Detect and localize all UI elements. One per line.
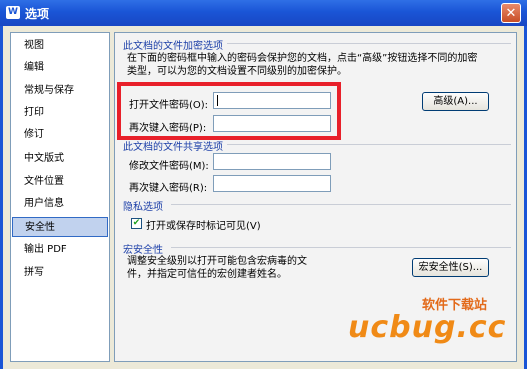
sidebar-item-edit[interactable]: 编辑	[12, 58, 108, 78]
encrypt-group-title: 此文档的文件加密选项	[123, 41, 223, 52]
macro-desc-line1: 调整安全级别以打开可能包含宏病毒的文	[127, 256, 307, 267]
mark-visible-label[interactable]: 打开或保存时标记可见(V)	[146, 217, 261, 232]
watermark-en: ucbug.cc	[348, 310, 507, 345]
close-button[interactable]: ✕	[501, 3, 521, 23]
macro-desc-line2: 件，并指定可信任的宏创建者姓名。	[127, 269, 287, 280]
sidebar-item-print[interactable]: 打印	[12, 103, 108, 123]
macro-security-button[interactable]: 宏安全性(S)...	[412, 258, 489, 277]
group-divider	[227, 144, 511, 145]
encrypt-desc-line1: 在下面的密码框中输入的密码会保护您的文档，点击“高级”按钮选择不同的加密	[127, 53, 478, 64]
mark-visible-checkbox[interactable]: ✔	[131, 218, 142, 229]
options-sidebar: 视图 编辑 常规与保存 打印 修订 中文版式 文件位置 用户信息 安全性 输出 …	[10, 32, 110, 362]
modify-password-label: 修改文件密码(M):	[129, 161, 209, 172]
title-bar: W 选项 ✕	[0, 0, 527, 26]
privacy-group-title: 隐私选项	[123, 202, 163, 213]
share-reenter-label: 再次键入密码(R):	[129, 183, 208, 194]
highlight-box	[117, 82, 341, 140]
sidebar-item-revision[interactable]: 修订	[12, 125, 108, 145]
share-group-title: 此文档的文件共享选项	[123, 142, 223, 153]
group-divider	[171, 247, 511, 248]
window-title: 选项	[25, 7, 50, 21]
sidebar-item-output-pdf[interactable]: 输出 PDF	[12, 240, 108, 260]
watermark-logo: 软件下载站 ucbug.cc	[340, 290, 520, 350]
macro-group-title: 宏安全性	[123, 245, 163, 256]
advanced-button[interactable]: 高级(A)...	[422, 92, 489, 111]
sidebar-item-general-save[interactable]: 常规与保存	[12, 81, 108, 101]
sidebar-item-spelling[interactable]: 拼写	[12, 263, 108, 283]
sidebar-item-user-info[interactable]: 用户信息	[12, 194, 108, 214]
sidebar-item-security[interactable]: 安全性	[12, 217, 108, 237]
group-divider	[171, 204, 511, 205]
share-reenter-input[interactable]	[213, 175, 331, 192]
encrypt-desc-line2: 类型，可以为您的文档设置不同级别的加密保护。	[127, 66, 347, 77]
modify-password-input[interactable]	[213, 153, 331, 170]
sidebar-item-chinese-layout[interactable]: 中文版式	[12, 149, 108, 169]
app-icon: W	[6, 6, 20, 19]
sidebar-item-view[interactable]: 视图	[12, 36, 108, 56]
sidebar-item-file-location[interactable]: 文件位置	[12, 172, 108, 192]
group-divider	[227, 43, 511, 44]
